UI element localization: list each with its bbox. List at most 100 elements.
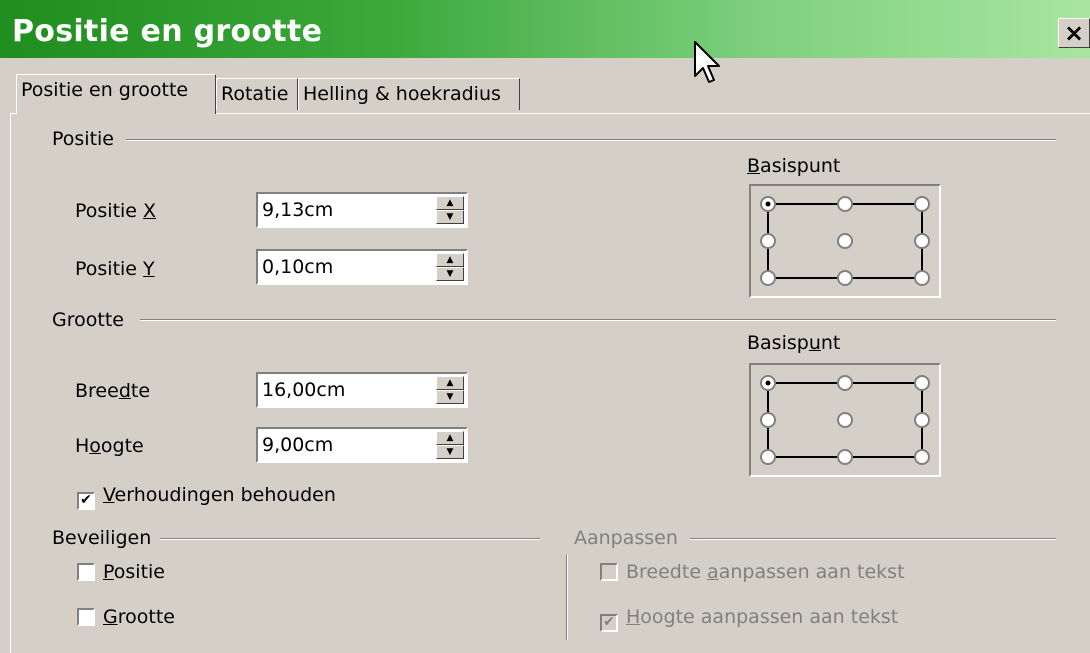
protect-size-checkbox[interactable]: Grootte [77, 605, 175, 629]
spin-up-button[interactable]: ▲ [436, 253, 464, 267]
radio-bottom-right[interactable] [914, 270, 930, 286]
label-breedte: Breedte [75, 380, 150, 402]
base-point-selector-size[interactable] [749, 363, 941, 477]
window-title: Positie en grootte [12, 14, 323, 49]
spin-up-button[interactable]: ▲ [436, 196, 464, 210]
group-label-aanpassen: Aanpassen [574, 527, 686, 549]
height-field[interactable]: 9,00cm ▲ ▼ [256, 427, 468, 463]
width-field[interactable]: 16,00cm ▲ ▼ [256, 372, 468, 408]
group-divider [160, 538, 540, 540]
label-accesskey: V [103, 484, 115, 506]
label-text: Bree [75, 380, 119, 402]
label-accesskey: Y [143, 258, 155, 280]
spin-down-button[interactable]: ▼ [436, 267, 464, 281]
close-button[interactable]: × [1058, 18, 1090, 48]
spin-down-button[interactable]: ▼ [436, 445, 464, 459]
radio-center[interactable] [837, 412, 853, 428]
radio-top-right[interactable] [914, 196, 930, 212]
radio-dot [765, 380, 771, 386]
radio-bottom-center[interactable] [837, 270, 853, 286]
label-text: Positie [75, 200, 144, 222]
tab-positie-en-grootte[interactable]: Positie en grootte [16, 74, 216, 114]
radio-top-right[interactable] [914, 375, 930, 391]
label-accesskey: o [89, 435, 101, 457]
base-point-radios [760, 375, 930, 465]
label-accesskey: H [626, 606, 641, 628]
position-x-value: 9,13cm [262, 199, 334, 221]
label-positie-y: Positie Y [75, 258, 155, 280]
label-positie-x: Positie X [75, 200, 156, 222]
radio-bottom-right[interactable] [914, 449, 930, 465]
label-accesskey: d [118, 380, 131, 402]
width-spinner[interactable]: ▲ ▼ [436, 376, 464, 404]
radio-bottom-center[interactable] [837, 449, 853, 465]
radio-middle-right[interactable] [914, 233, 930, 249]
tab-rotatie[interactable]: Rotatie [216, 78, 298, 110]
radio-top-center[interactable] [837, 375, 853, 391]
label-text: Basisp [747, 332, 809, 354]
label-text: rootte [117, 606, 175, 628]
position-x-field[interactable]: 9,13cm ▲ ▼ [256, 192, 468, 228]
radio-bottom-left[interactable] [760, 449, 776, 465]
radio-center[interactable] [837, 233, 853, 249]
checkbox-box[interactable] [77, 608, 95, 626]
protect-position-checkbox[interactable]: Positie [77, 560, 165, 584]
tab-helling-hoekradius[interactable]: Helling & hoekradius [298, 78, 520, 110]
fit-width-checkbox[interactable]: Breedte aanpassen aan tekst [600, 560, 905, 584]
checkbox-box[interactable] [600, 563, 618, 581]
keep-ratio-checkbox[interactable]: ✔ Verhoudingen behouden [77, 483, 336, 510]
height-spinner[interactable]: ▲ ▼ [436, 431, 464, 459]
label-text: oogte aanpassen aan tekst [640, 606, 899, 628]
spin-down-button[interactable]: ▼ [436, 390, 464, 404]
radio-middle-left[interactable] [760, 412, 776, 428]
checkbox-box[interactable] [77, 563, 95, 581]
group-label-grootte: Grootte [52, 309, 132, 331]
label-accesskey: a [707, 561, 719, 583]
base-point-radios [760, 196, 930, 286]
label-text: te [130, 380, 151, 402]
label-text: asispunt [760, 155, 841, 177]
label-text: H [75, 435, 90, 457]
label-accesskey: u [808, 332, 821, 354]
label-text: erhoudingen behouden [114, 484, 336, 506]
radio-middle-right[interactable] [914, 412, 930, 428]
label-text: anpassen aan tekst [718, 561, 905, 583]
base-point-grid [760, 196, 930, 286]
group-label-beveiligen: Beveiligen [52, 527, 160, 549]
tab-label: Rotatie [221, 83, 289, 105]
position-y-spinner[interactable]: ▲ ▼ [436, 253, 464, 281]
checkbox-box[interactable]: ✔ [77, 492, 95, 510]
radio-bottom-left[interactable] [760, 270, 776, 286]
tab-label: Positie en grootte [21, 79, 189, 101]
radio-middle-left[interactable] [760, 233, 776, 249]
group-divider [140, 319, 1056, 321]
group-separator [566, 555, 568, 640]
group-divider [126, 139, 1056, 141]
position-y-field[interactable]: 0,10cm ▲ ▼ [256, 249, 468, 285]
spin-down-button[interactable]: ▼ [436, 210, 464, 224]
base-point-selector-position[interactable] [749, 184, 941, 298]
label-hoogte: Hoogte [75, 435, 144, 457]
label-text: ositie [113, 561, 166, 583]
radio-dot [765, 201, 771, 207]
group-divider [690, 538, 1056, 540]
base-point-grid [760, 375, 930, 465]
label-text: Breedte [626, 561, 708, 583]
position-x-spinner[interactable]: ▲ ▼ [436, 196, 464, 224]
title-bar[interactable]: Positie en grootte × [0, 0, 1090, 58]
position-y-value: 0,10cm [262, 256, 334, 278]
basispunt-label-position: Basispunt [747, 155, 840, 177]
tab-label: Helling & hoekradius [303, 83, 501, 105]
spin-up-button[interactable]: ▲ [436, 376, 464, 390]
label-accesskey: B [747, 155, 761, 177]
radio-top-center[interactable] [837, 196, 853, 212]
close-icon: × [1063, 19, 1085, 47]
label-text: nt [820, 332, 841, 354]
spin-up-button[interactable]: ▲ [436, 431, 464, 445]
checkbox-box[interactable]: ✔ [600, 614, 618, 632]
label-accesskey: X [143, 200, 157, 222]
label-accesskey: P [103, 561, 114, 583]
fit-height-checkbox[interactable]: ✔ Hoogte aanpassen aan tekst [600, 605, 899, 632]
label-text: Positie [75, 258, 144, 280]
mouse-pointer-icon [694, 41, 720, 83]
